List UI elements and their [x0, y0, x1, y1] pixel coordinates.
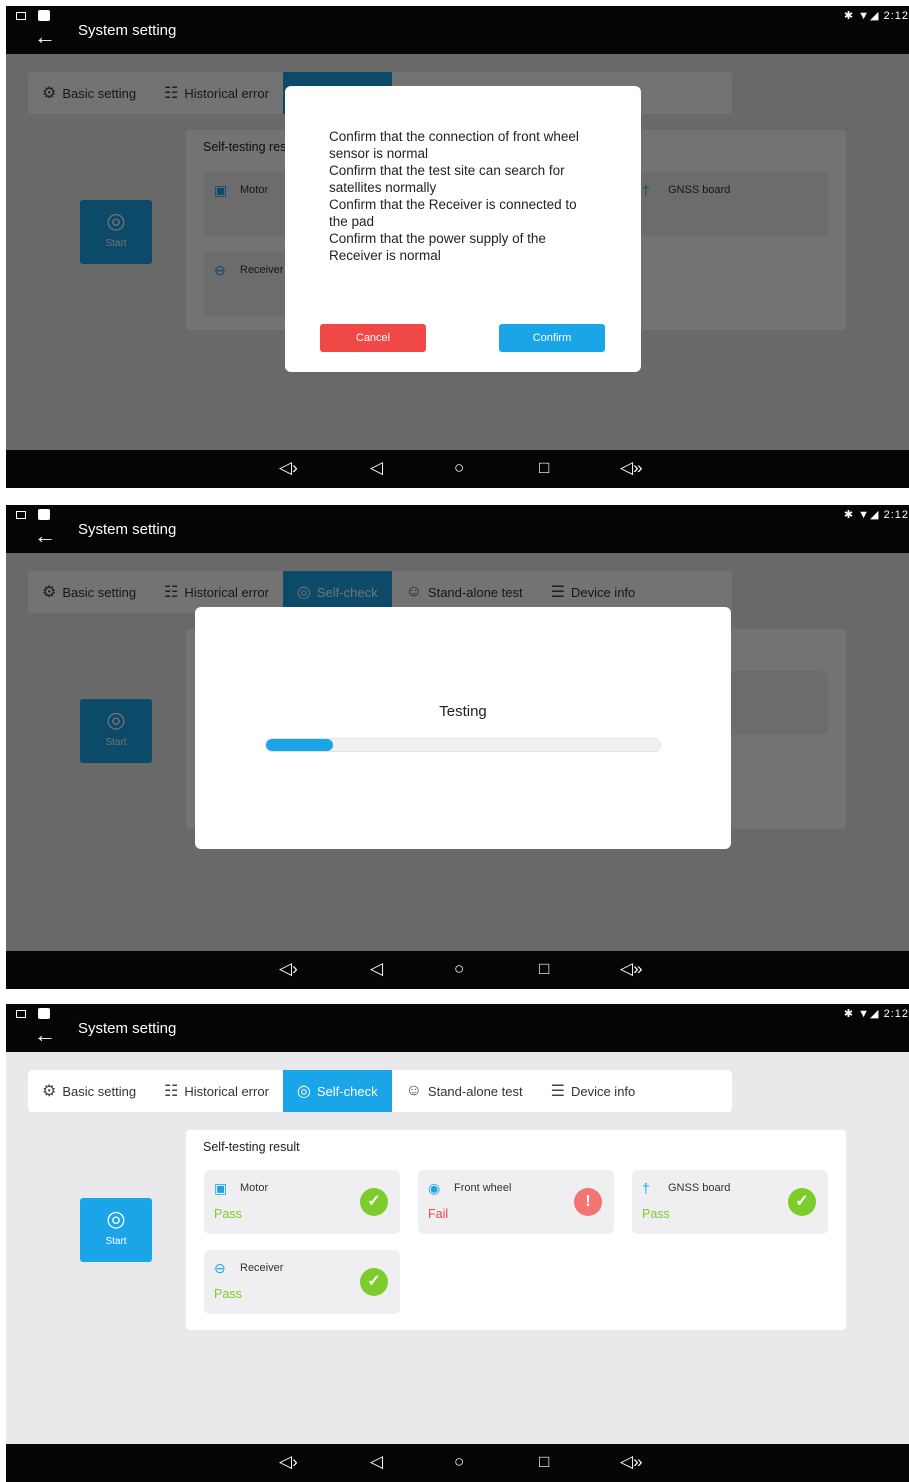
- motor-icon: ▣: [214, 1180, 228, 1196]
- recent-apps-icon[interactable]: □: [539, 1452, 549, 1472]
- screenshot-notification-icon: [16, 511, 26, 519]
- wheel-icon: ◉: [428, 1180, 441, 1196]
- back-icon[interactable]: ◁: [370, 458, 383, 478]
- message-notification-icon: [38, 1008, 50, 1019]
- results-title: Self-testing result: [203, 1140, 300, 1154]
- self-testing-result-panel: Self-testing result ▣ Motor Pass ✓ ◉ Fro…: [186, 1130, 846, 1330]
- back-arrow-icon[interactable]: ←: [34, 525, 56, 547]
- recent-apps-icon[interactable]: □: [539, 458, 549, 478]
- recent-apps-icon[interactable]: □: [539, 959, 549, 979]
- result-name: GNSS board: [668, 1182, 731, 1194]
- home-icon[interactable]: ○: [454, 458, 464, 478]
- result-card-receiver: ⊖ Receiver Pass ✓: [204, 1250, 400, 1314]
- shield-check-icon: ◎: [296, 1083, 311, 1100]
- tab-bar: ⚙ Basic setting ☷ Historical error ◎ Self-c…: [28, 1070, 732, 1112]
- list-icon: ☰: [550, 1083, 565, 1100]
- result-status: Fail: [428, 1207, 449, 1221]
- status-right: ✱ ▼◢ 2:12: [844, 1007, 909, 1020]
- tab-stand-alone-test[interactable]: ☺ Stand-alone test: [392, 1070, 537, 1112]
- back-icon[interactable]: ◁: [370, 1452, 383, 1472]
- status-time: 2:12: [883, 10, 909, 22]
- result-card-motor: ▣ Motor Pass ✓: [204, 1170, 400, 1234]
- home-icon[interactable]: ○: [454, 1452, 464, 1472]
- volume-down-icon[interactable]: ◁›: [279, 1452, 298, 1472]
- start-button[interactable]: ◎ Start: [80, 1198, 152, 1262]
- testing-dialog: Testing: [195, 607, 731, 849]
- check-circle-icon: ✓: [360, 1268, 388, 1296]
- screen-self-check-results: ← System setting ✱ ▼◢ 2:12 ⚙ Basic settin…: [6, 1004, 909, 1482]
- tab-basic-setting[interactable]: ⚙ Basic setting: [28, 1070, 150, 1112]
- testing-label: Testing: [439, 703, 487, 720]
- volume-down-icon[interactable]: ◁›: [279, 959, 298, 979]
- testing-progress-bar: [265, 738, 661, 752]
- screen-testing-dialog: ← System setting ✱ ▼◢ 2:12 ⚙Basic settin…: [6, 505, 909, 989]
- tab-label: Self-check: [316, 1083, 378, 1099]
- back-arrow-icon[interactable]: ←: [34, 1024, 56, 1046]
- nav-bar: ◁› ◁ ○ □ ◁»: [6, 951, 909, 989]
- tab-device-info[interactable]: ☰ Device info: [537, 1070, 650, 1112]
- home-icon[interactable]: ○: [454, 959, 464, 979]
- result-name: Receiver: [240, 1262, 284, 1274]
- start-label: Start: [105, 1236, 127, 1247]
- status-bar: ← System setting ✱ ▼◢ 2:12: [6, 505, 909, 553]
- confirm-line: Confirm that the power supply of the Rec…: [329, 231, 546, 263]
- nav-bar: ◁› ◁ ○ □ ◁»: [6, 450, 909, 488]
- status-time: 2:12: [883, 1008, 909, 1020]
- message-notification-icon: [38, 509, 50, 520]
- bluetooth-wifi-signal-icon: ✱ ▼◢: [843, 1008, 880, 1020]
- screen-confirm-dialog: ← System setting ✱ ▼◢ 2:12 ⚙Basic settin…: [6, 6, 909, 488]
- bluetooth-wifi-signal-icon: ✱ ▼◢: [843, 10, 880, 22]
- volume-up-icon[interactable]: ◁»: [620, 458, 643, 478]
- gear-icon: ⚙: [42, 1083, 57, 1100]
- page-title: System setting: [78, 22, 177, 39]
- tab-label: Basic setting: [62, 1083, 137, 1099]
- receiver-icon: ⊖: [214, 1260, 226, 1276]
- volume-up-icon[interactable]: ◁»: [620, 959, 643, 979]
- result-status: Pass: [214, 1207, 242, 1221]
- result-name: Motor: [240, 1182, 269, 1194]
- antenna-icon: †: [642, 1180, 650, 1196]
- tab-self-check[interactable]: ◎ Self-check: [282, 1070, 392, 1112]
- alert-circle-icon: !: [574, 1188, 602, 1216]
- tab-label: Stand-alone test: [427, 1083, 523, 1099]
- result-status: Pass: [642, 1207, 670, 1221]
- confirm-line: Confirm that the connection of front whe…: [329, 129, 579, 161]
- target-icon: ◎: [106, 1206, 126, 1231]
- status-right: ✱ ▼◢ 2:12: [844, 508, 909, 521]
- person-icon: ☺: [405, 1082, 422, 1099]
- page-title: System setting: [78, 521, 177, 538]
- confirm-button[interactable]: Confirm: [499, 324, 605, 352]
- result-card-gnss-board: † GNSS board Pass ✓: [632, 1170, 828, 1234]
- nav-bar: ◁› ◁ ○ □ ◁»: [6, 1444, 909, 1482]
- status-right: ✱ ▼◢ 2:12: [844, 9, 909, 22]
- tab-label: Historical error: [184, 1083, 269, 1099]
- testing-progress-fill: [266, 739, 333, 751]
- confirm-line: Confirm that the test site can search fo…: [329, 163, 565, 195]
- status-bar: ← System setting ✱ ▼◢ 2:12: [6, 1004, 909, 1052]
- screenshot-notification-icon: [16, 1010, 26, 1018]
- screenshot-notification-icon: [16, 12, 26, 20]
- page-title: System setting: [78, 1020, 177, 1037]
- check-circle-icon: ✓: [360, 1188, 388, 1216]
- volume-up-icon[interactable]: ◁»: [620, 1452, 643, 1472]
- bluetooth-wifi-signal-icon: ✱ ▼◢: [843, 509, 880, 521]
- status-time: 2:12: [883, 509, 909, 521]
- result-name: Front wheel: [454, 1182, 512, 1194]
- cancel-button[interactable]: Cancel: [320, 324, 426, 352]
- back-arrow-icon[interactable]: ←: [34, 26, 56, 48]
- tab-historical-error[interactable]: ☷ Historical error: [150, 1070, 283, 1112]
- status-bar: ← System setting ✱ ▼◢ 2:12: [6, 6, 909, 54]
- volume-down-icon[interactable]: ◁›: [279, 458, 298, 478]
- message-notification-icon: [38, 10, 50, 21]
- confirm-dialog-text: Confirm that the connection of front whe…: [329, 128, 599, 264]
- check-circle-icon: ✓: [788, 1188, 816, 1216]
- confirm-line: Confirm that the Receiver is connected t…: [329, 197, 577, 229]
- calendar-error-icon: ☷: [164, 1083, 179, 1100]
- tab-label: Device info: [570, 1083, 636, 1099]
- back-icon[interactable]: ◁: [370, 959, 383, 979]
- confirm-dialog: Confirm that the connection of front whe…: [285, 86, 641, 372]
- result-card-front-wheel: ◉ Front wheel Fail !: [418, 1170, 614, 1234]
- result-status: Pass: [214, 1287, 242, 1301]
